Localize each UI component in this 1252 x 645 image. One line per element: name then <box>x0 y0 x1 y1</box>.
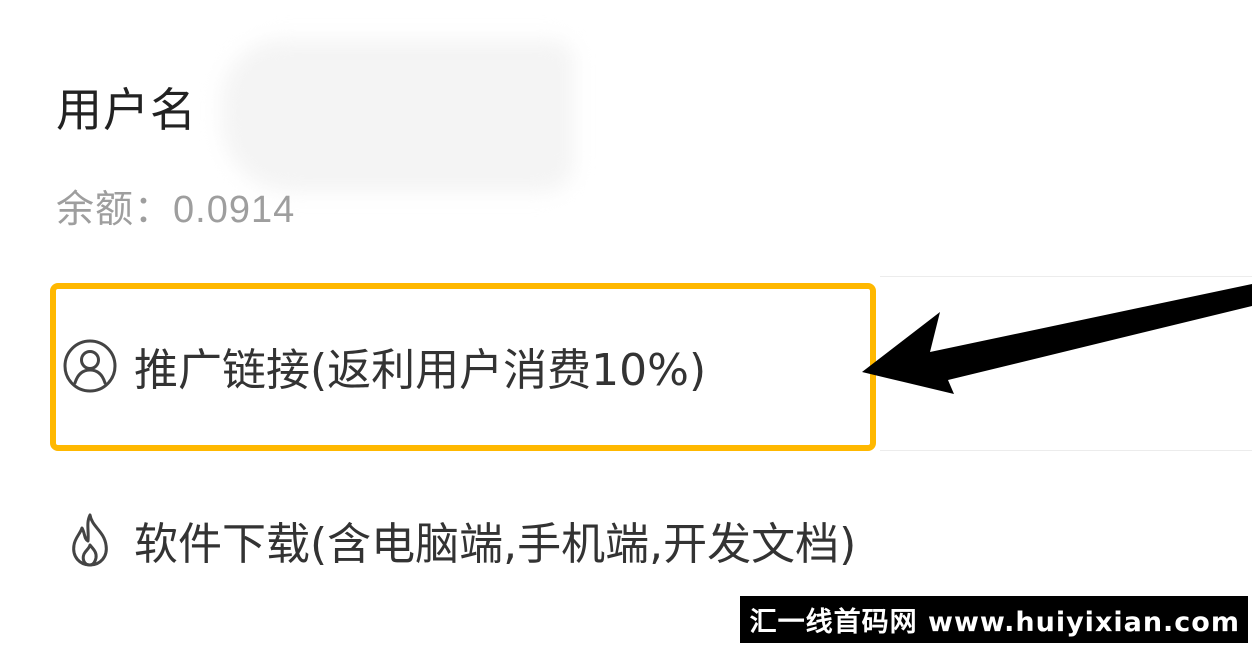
highlight-box <box>50 283 876 451</box>
watermark: 汇一线首码网 www.huiyixian.com <box>739 596 1248 643</box>
menu-item-label: 软件下载(含电脑端,手机端,开发文档) <box>134 519 857 570</box>
annotation-arrow-icon <box>862 284 1252 394</box>
divider <box>880 450 1252 451</box>
balance-label: 余额： <box>56 187 174 231</box>
balance-value: 0.0914 <box>173 189 296 231</box>
redacted-username <box>222 40 574 192</box>
divider <box>880 276 1252 277</box>
username-row: 用户名 <box>56 72 197 142</box>
fire-icon <box>60 510 120 570</box>
menu-item-software-download[interactable]: 软件下载(含电脑端,手机端,开发文档) <box>60 508 856 572</box>
balance-row: 余额：0.0914 <box>56 178 295 233</box>
username-label: 用户名 <box>56 83 197 137</box>
